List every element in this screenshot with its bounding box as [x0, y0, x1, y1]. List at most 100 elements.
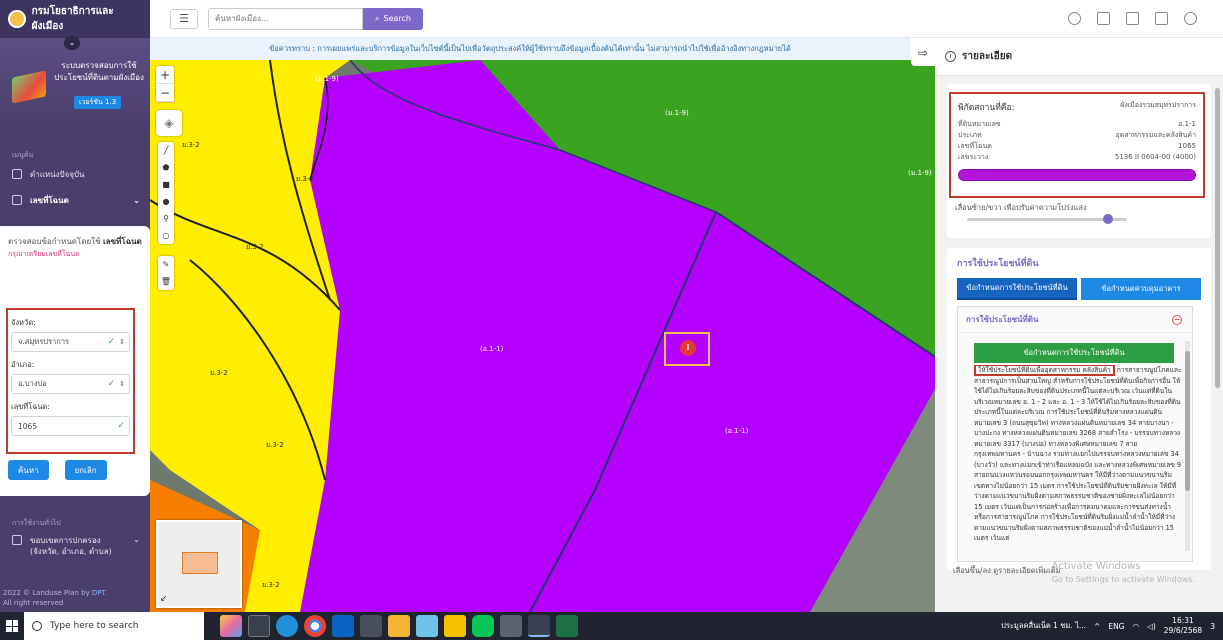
copilot-icon[interactable]: [220, 615, 242, 637]
app-ex-icon[interactable]: [444, 615, 466, 637]
taskbar-search[interactable]: Type here to search: [24, 612, 204, 640]
chevron-down-icon: ⌄: [133, 195, 140, 205]
search-input[interactable]: [208, 7, 363, 30]
sidebar-item-label: ขอบเขตการปกครอง (จังหวัด, อำเภอ, ตำบล): [30, 536, 112, 556]
notes-icon[interactable]: [416, 615, 438, 637]
cancel-button[interactable]: ยกเลิก: [64, 460, 107, 480]
calculator-icon[interactable]: [500, 615, 522, 637]
task-view-icon[interactable]: [248, 615, 270, 637]
fullscreen-icon[interactable]: [1097, 12, 1110, 25]
zoom-in-button[interactable]: +: [156, 66, 174, 84]
draw-polyline-icon[interactable]: ╱: [158, 142, 174, 159]
menu-section-label: เมนูค้น: [12, 151, 34, 159]
news-widget[interactable]: ประมูลคลื่นเน็ต 1 ชม. ไ...: [1001, 620, 1086, 632]
detail-row: ประเภท อุตสาหกรรมและคลังสินค้า: [958, 131, 1196, 139]
draw-polygon-icon[interactable]: ⬟: [158, 159, 174, 176]
collapse-chevron-icon[interactable]: ⌄: [64, 36, 80, 50]
chevron-down-icon: ⌄: [133, 535, 140, 544]
app-root: กรมโยธาธิการและผังเมือง ⌄ ระบบตรวจสอบการ…: [0, 0, 1223, 640]
language-indicator[interactable]: ENG: [1108, 622, 1124, 631]
info-marker-icon[interactable]: i: [680, 340, 696, 356]
panel-title: รายละเอียด: [962, 51, 1013, 62]
sidebar-item-current-location[interactable]: ตำแหน่งปัจจุบัน: [0, 161, 150, 187]
form-buttons: ค้นหา ยกเลิก: [8, 460, 107, 480]
camera-icon[interactable]: [1126, 12, 1139, 25]
system-tray: ประมูลคลื่นเน็ต 1 ชม. ไ... ^ ENG ◠ ◁) 16…: [1001, 612, 1215, 640]
excel-icon[interactable]: [556, 615, 578, 637]
chrome-active-icon[interactable]: [528, 615, 550, 637]
details-panel: ⇨ i รายละเอียด พิกัดสถานที่คือ: ผังเมือง…: [911, 38, 1223, 612]
collapse-minus-icon[interactable]: −: [1172, 314, 1182, 325]
draw-circle-marker-icon[interactable]: ○: [158, 227, 174, 244]
zone-color-bar: [958, 169, 1196, 181]
windows-taskbar: Type here to search ประมูลคลื่นเน็ต 1 ชม…: [0, 612, 1223, 640]
brand-header[interactable]: กรมโยธาธิการและผังเมือง: [0, 0, 150, 38]
search-form-highlight: จังหวัด: จ.สมุทรปราการ ✓ ⇕ อำเภอ: อ.บางบ…: [6, 308, 135, 454]
minimap-toggle-icon[interactable]: ↙: [160, 594, 168, 604]
detail-row: ที่ดินหมายเลข อ.1-1: [958, 120, 1196, 128]
edge-icon[interactable]: [276, 615, 298, 637]
minimap[interactable]: ↙: [156, 520, 242, 608]
toolbar-icons: [1068, 12, 1197, 25]
panel-header: i รายละเอียด: [935, 38, 1223, 76]
draw-rectangle-icon[interactable]: ■: [158, 176, 174, 193]
wifi-icon[interactable]: ◠: [1133, 622, 1140, 631]
refresh-icon[interactable]: [1068, 12, 1081, 25]
file-explorer-icon[interactable]: [388, 615, 410, 637]
clock[interactable]: 16:31 29/6/2568: [1164, 616, 1202, 636]
landuse-accordion: การใช้ประโยชน์ที่ดิน − ข้อกำหนดการใช้ประ…: [957, 306, 1193, 562]
layers-icon[interactable]: ◈: [156, 110, 182, 136]
zoom-out-button[interactable]: −: [156, 84, 174, 102]
search-submit-button[interactable]: ค้นหา: [8, 460, 49, 480]
edit-layers-icon[interactable]: ✎: [158, 256, 174, 273]
deed-search-card: ตรวจสอบข้อกำหนดโดยใช้ เลขที่โฉนด กรุณาเต…: [0, 226, 150, 496]
sidebar-item-deed-number[interactable]: เลขที่โฉนด ⌄: [0, 187, 150, 213]
windows-logo-icon: [6, 620, 18, 632]
start-button[interactable]: [0, 612, 24, 640]
line-icon[interactable]: [472, 615, 494, 637]
chrome-icon[interactable]: [304, 615, 326, 637]
landuse-rules-text: ให้ใช้ประโยชน์ที่ดินเพื่ออุตสาหกรรม คลัง…: [974, 365, 1182, 542]
sidebar-item-admin-boundary[interactable]: ขอบเขตการปกครอง (จังหวัด, อำเภอ, ตำบล) ⌄: [0, 529, 150, 563]
sidebar: กรมโยธาธิการและผังเมือง ⌄ ระบบตรวจสอบการ…: [0, 0, 150, 612]
search-button[interactable]: ⌕ Search: [363, 7, 423, 30]
panel-scrollbar[interactable]: [1215, 88, 1221, 558]
opacity-slider-thumb[interactable]: [1102, 214, 1113, 224]
minimap-viewport[interactable]: [182, 552, 218, 574]
tab-building-control[interactable]: ข้อกำหนดควบคุมอาคาร: [1081, 278, 1201, 300]
draw-marker-icon[interactable]: ⚲: [158, 210, 174, 227]
panel-toggle-arrow-icon[interactable]: ⇨: [911, 40, 935, 66]
tab-landuse-rules[interactable]: ข้อกำหนดการใช้ประโยชน์ที่ดิน: [957, 278, 1077, 300]
accordion-header[interactable]: การใช้ประโยชน์ที่ดิน −: [958, 307, 1192, 333]
location-details-card: พิกัดสถานที่คือ: ผังเมืองรวมสมุทรปราการ …: [947, 84, 1211, 238]
menu-toggle-button[interactable]: ☰: [170, 8, 198, 29]
print-icon[interactable]: [1155, 12, 1168, 25]
zone-label: (ม.1-9): [665, 109, 689, 117]
selected-parcel-highlight[interactable]: i: [664, 332, 710, 366]
dpt-logo-icon: [8, 10, 26, 28]
gear-icon[interactable]: [1184, 12, 1197, 25]
delete-layers-icon[interactable]: 🗑: [158, 273, 174, 290]
text-scrollbar[interactable]: [1185, 341, 1190, 551]
brand-name: กรมโยธาธิการและผังเมือง: [31, 6, 114, 32]
volume-icon[interactable]: ◁): [1147, 622, 1156, 631]
district-select[interactable]: อ.บางบ่อ ✓ ⇕: [11, 374, 130, 394]
dpt-link[interactable]: DPT.: [92, 589, 107, 597]
zone-label: ย.3-2: [266, 441, 284, 449]
search-hint: ตรวจสอบข้อกำหนดโดยใช้ เลขที่โฉนด กรุณาเต…: [8, 237, 142, 258]
zone-label: (ม.1-9): [315, 75, 339, 83]
detail-row: เลขที่โฉนด 1065: [958, 142, 1196, 150]
mail-icon[interactable]: [332, 615, 354, 637]
map-canvas[interactable]: (ม.1-9) (ม.1-9) (ม.1-9) ย.3-2 ย.3-2 ย.3-…: [150, 60, 940, 612]
check-icon: ✓: [107, 379, 116, 389]
copyright: 2022 © Landuse Plan by DPT. All right re…: [3, 589, 108, 607]
province-select[interactable]: จ.สมุทรปราการ ✓ ⇕: [11, 332, 130, 352]
draw-circle-icon[interactable]: ●: [158, 193, 174, 210]
notification-badge[interactable]: 3: [1210, 622, 1215, 631]
store-icon[interactable]: [360, 615, 382, 637]
zone-label: ย.3-2: [246, 243, 264, 251]
location-icon: [12, 169, 22, 179]
tray-chevron-icon[interactable]: ^: [1094, 622, 1100, 631]
document-icon: [12, 195, 22, 205]
deed-number-input[interactable]: 1065 ✓: [11, 416, 130, 436]
